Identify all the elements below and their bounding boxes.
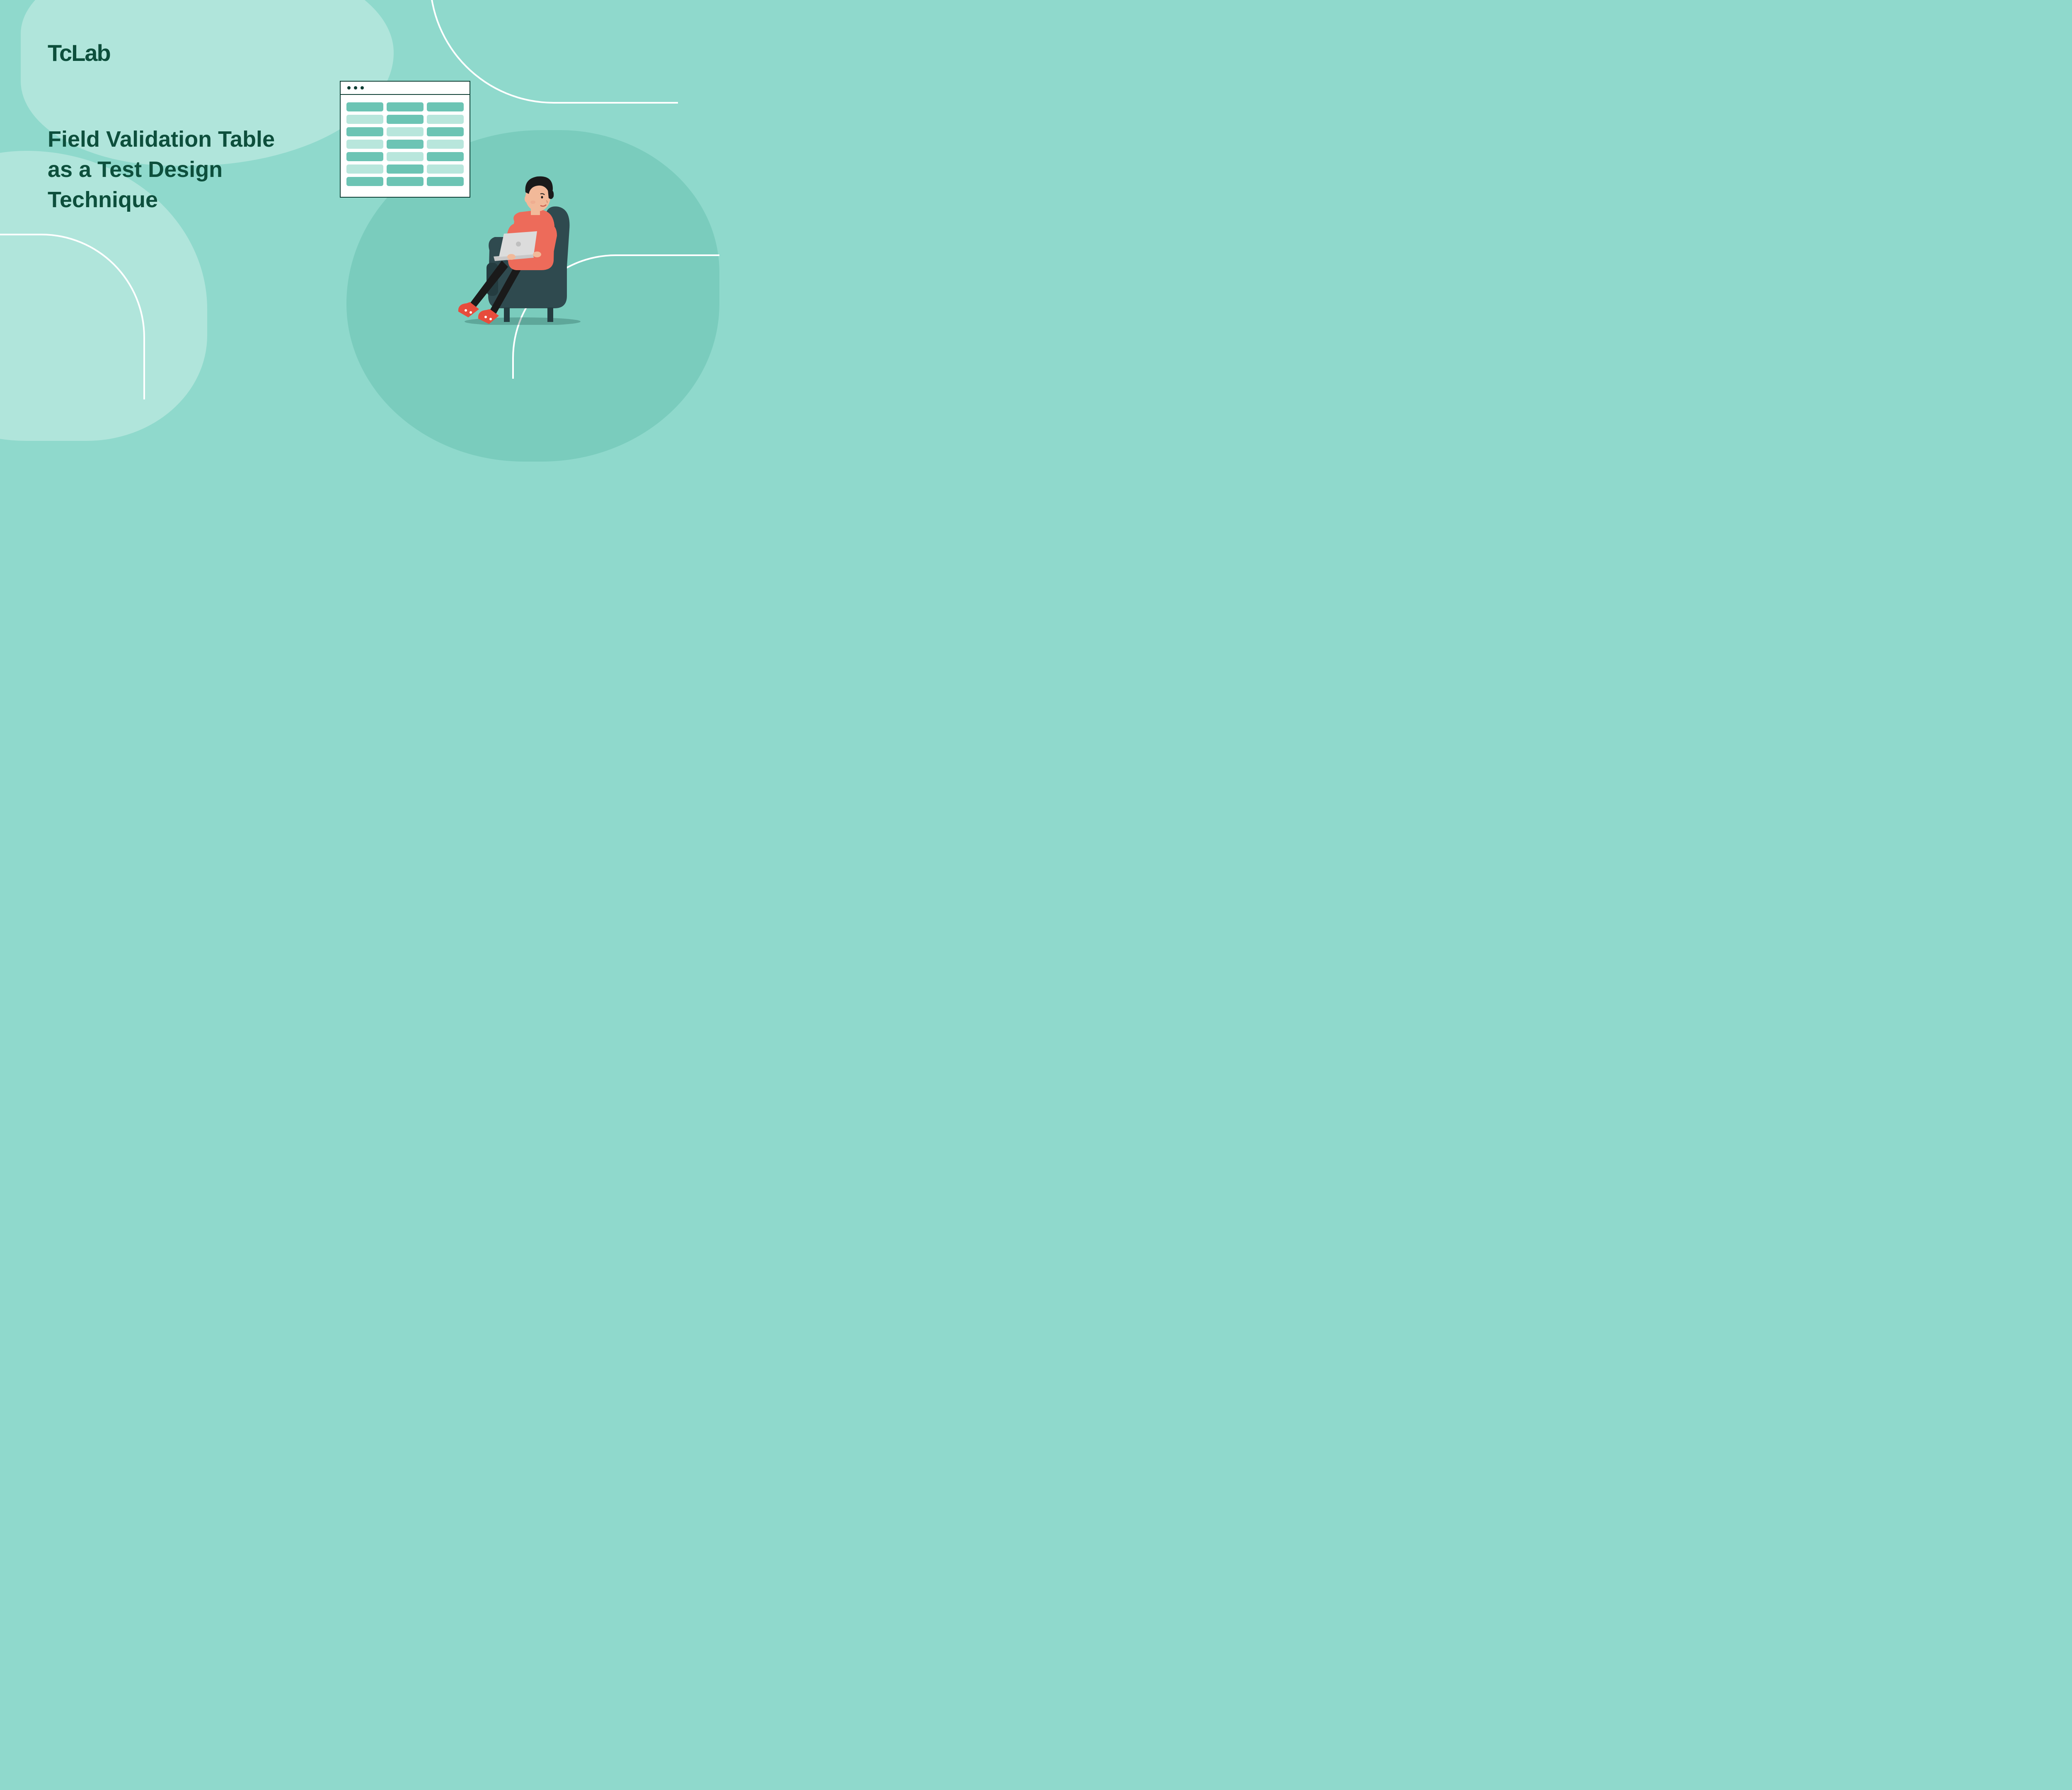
table-cell [427,127,464,136]
table-cell [387,127,424,136]
table-cell [387,102,424,111]
table-cell [346,177,383,186]
table-row [346,115,464,124]
table-cell [346,115,383,124]
table-cell [346,127,383,136]
brand-logo: TcLab [48,39,110,66]
table-cell [387,140,424,149]
table-cell [387,152,424,161]
window-dot-icon [361,86,364,90]
table-cell [427,152,464,161]
table-cell [387,115,424,124]
page-title: Field Validation Table as a Test Design … [48,124,305,215]
table-row [346,164,464,174]
table-cell [387,164,424,174]
table-row [346,102,464,111]
table-cell [346,140,383,149]
table-row [346,140,464,149]
table-row [346,177,464,186]
table-cell [427,115,464,124]
table-row [346,152,464,161]
table-row [346,127,464,136]
table-cell [427,102,464,111]
table-cell [346,102,383,111]
window-titlebar [341,82,470,95]
table-cell [387,177,424,186]
person-illustration [450,167,591,325]
table-cell [346,164,383,174]
table-cell [346,152,383,161]
window-dot-icon [354,86,357,90]
window-dot-icon [347,86,351,90]
table-cell [427,140,464,149]
